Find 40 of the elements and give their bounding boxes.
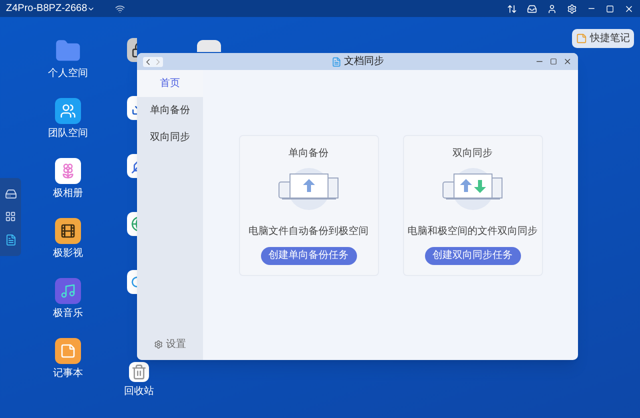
user-icon[interactable]	[547, 4, 557, 14]
music-note-icon[interactable]	[55, 278, 81, 304]
notepad-icon[interactable]	[55, 338, 81, 364]
trash-icon[interactable]	[129, 362, 149, 382]
settings-icon	[154, 340, 163, 349]
grid-icon[interactable]	[5, 211, 16, 222]
document-icon[interactable]	[4, 234, 16, 246]
card-title: 双向同步	[452, 146, 492, 160]
app-logo-icon	[331, 56, 341, 66]
close-icon[interactable]	[624, 4, 634, 14]
drive-icon[interactable]	[4, 188, 16, 200]
window-title: 文档同步	[344, 54, 384, 69]
inbox-icon[interactable]	[527, 4, 537, 14]
app-label: 个人空间	[48, 68, 88, 80]
app-label: 极影视	[53, 248, 83, 260]
app-label: 极音乐	[53, 308, 83, 320]
close-icon[interactable]	[563, 57, 572, 66]
card-description: 电脑文件自动备份到极空间	[248, 224, 368, 238]
create-task-button[interactable]: 创建单向备份任务	[260, 246, 356, 264]
nav-item[interactable]: 首页	[137, 70, 203, 97]
app-label: 回收站	[124, 386, 154, 398]
device-name[interactable]: Z4Pro-B8PZ-2668	[6, 1, 88, 16]
card-title: 单向备份	[288, 146, 328, 160]
note-icon	[576, 33, 587, 44]
app-label: 记事本	[53, 368, 83, 380]
nav-item[interactable]: 双向同步	[137, 124, 203, 151]
app-label: 团队空间	[48, 128, 88, 140]
film-icon[interactable]	[55, 218, 81, 244]
team-folder-icon[interactable]	[55, 98, 81, 124]
app-label: 极相册	[53, 188, 83, 200]
nav-item[interactable]: 单向备份	[137, 97, 203, 124]
settings-icon[interactable]	[567, 4, 577, 14]
card-description: 电脑和极空间的文件双向同步	[408, 224, 538, 238]
wifi-icon	[115, 4, 126, 14]
create-task-button[interactable]: 创建双向同步任务	[424, 246, 520, 264]
transfer-icon[interactable]	[507, 4, 517, 14]
settings-link[interactable]: 设置	[137, 337, 203, 352]
maximize-icon[interactable]	[550, 58, 557, 65]
flower-icon[interactable]	[55, 158, 81, 184]
quick-note-button[interactable]: 快捷笔记	[572, 29, 634, 48]
